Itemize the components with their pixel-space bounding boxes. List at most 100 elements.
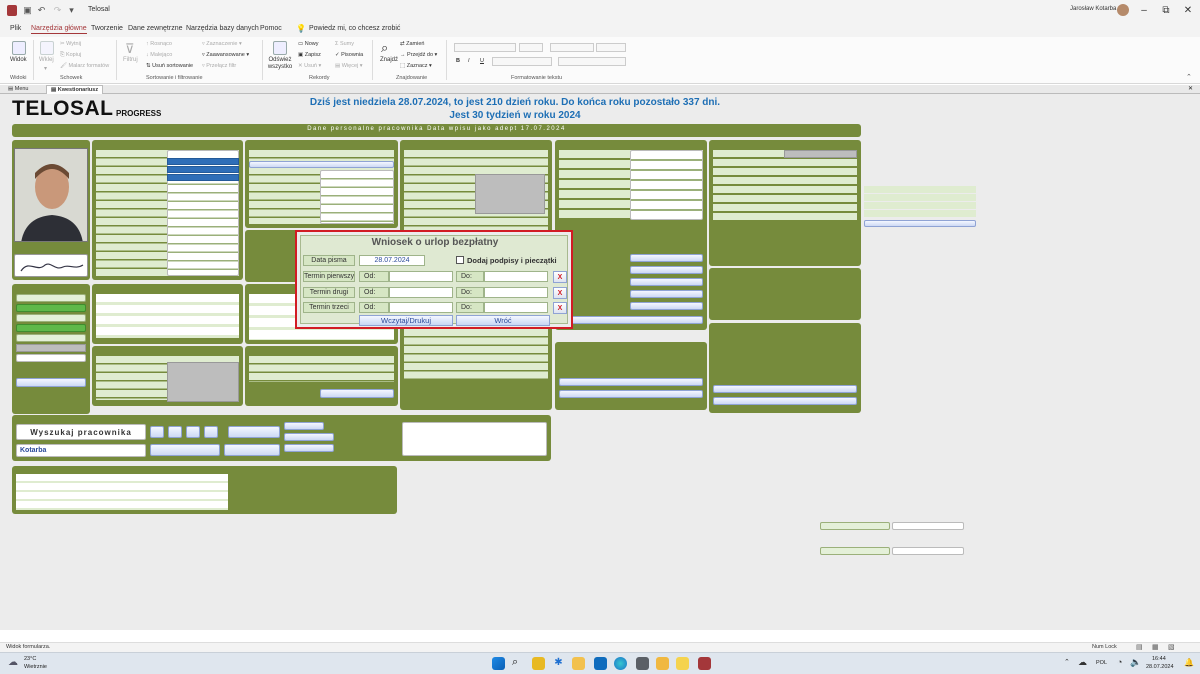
delete-record-button[interactable]: ✕ Usuń ▾ bbox=[298, 63, 321, 69]
view-button[interactable]: Widok bbox=[10, 57, 27, 63]
copy-button[interactable]: ⎘ Kopiuj bbox=[60, 52, 81, 59]
new-record-button[interactable]: ▭ Nowy bbox=[298, 41, 319, 47]
chevron-up-icon[interactable]: ⌃ bbox=[1064, 658, 1070, 666]
bold-button[interactable]: B bbox=[456, 58, 460, 64]
customize-toolbar-icon[interactable]: ▾ bbox=[66, 5, 77, 16]
tab-narzedzia-glowne[interactable]: Narzędzia główne bbox=[31, 25, 87, 34]
clock-time[interactable]: 16:44 bbox=[1152, 656, 1166, 662]
file-explorer-icon[interactable] bbox=[572, 657, 585, 670]
language-indicator[interactable]: POL bbox=[1096, 660, 1107, 666]
health-values[interactable] bbox=[475, 174, 545, 214]
folder-icon[interactable] bbox=[656, 657, 669, 670]
close-doc-icon[interactable]: ✕ bbox=[1188, 85, 1193, 92]
calculator-icon[interactable] bbox=[636, 657, 649, 670]
more-button[interactable]: ▤ Więcej ▾ bbox=[335, 63, 363, 69]
documents-button-6[interactable] bbox=[559, 316, 703, 324]
personal-selected-1[interactable] bbox=[167, 158, 239, 165]
search-option-3[interactable] bbox=[284, 422, 324, 430]
tab-tworzenie[interactable]: Tworzenie bbox=[91, 25, 123, 32]
indent-controls[interactable] bbox=[550, 43, 594, 52]
status-field-5[interactable] bbox=[16, 354, 86, 362]
documents-values[interactable] bbox=[630, 150, 703, 220]
notes-icon[interactable] bbox=[676, 657, 689, 670]
save-icon[interactable]: ▣ bbox=[22, 5, 33, 16]
access-taskbar-icon[interactable] bbox=[698, 657, 711, 670]
extra-field-2[interactable] bbox=[892, 547, 964, 555]
list-controls[interactable] bbox=[596, 43, 626, 52]
paste-icon[interactable] bbox=[40, 41, 54, 55]
status-green-2[interactable] bbox=[16, 324, 86, 332]
doc-tab-kwestionariusz[interactable]: ▤ Kwestionariusz bbox=[46, 85, 104, 94]
term-3-to-input[interactable] bbox=[484, 302, 548, 313]
nav-first-button[interactable] bbox=[150, 426, 164, 438]
status-button[interactable] bbox=[16, 378, 86, 387]
back-button[interactable]: Wróć bbox=[456, 315, 550, 326]
layout-view-icon[interactable]: ▦ bbox=[1152, 643, 1159, 651]
term-1-from-input[interactable] bbox=[389, 271, 453, 282]
new-employee-button[interactable] bbox=[228, 426, 280, 438]
outlook-icon[interactable] bbox=[594, 657, 607, 670]
select-button[interactable]: ⬚ Zaznacz ▾ bbox=[400, 63, 432, 69]
tab-narzedzia-bazy-danych[interactable]: Narzędzia bazy danych bbox=[186, 25, 259, 32]
paste-dropdown-icon[interactable]: ▾ bbox=[44, 65, 47, 72]
form-view-icon[interactable]: ▤ bbox=[1136, 643, 1143, 651]
paste-button[interactable]: Wklej bbox=[39, 57, 54, 63]
status-field-2[interactable] bbox=[16, 314, 86, 322]
search-icon[interactable]: ⌕ bbox=[512, 656, 518, 669]
minimize-button[interactable]: – bbox=[1133, 3, 1155, 19]
search-option-5[interactable] bbox=[284, 444, 334, 452]
widgets-icon[interactable] bbox=[532, 657, 545, 670]
employment-values[interactable] bbox=[320, 170, 394, 224]
tab-plik[interactable]: Plik bbox=[10, 25, 21, 32]
font-family-select[interactable] bbox=[454, 43, 516, 52]
extra-field-1[interactable] bbox=[892, 522, 964, 530]
clock-date[interactable]: 28.07.2024 bbox=[1146, 664, 1174, 670]
volume-icon[interactable]: 🔈 bbox=[1130, 657, 1141, 668]
sort-descending-button[interactable]: ↓ Malejąco bbox=[146, 52, 172, 58]
search-option-4[interactable] bbox=[284, 433, 334, 441]
user-name[interactable]: Jarosław Kotarba bbox=[1070, 6, 1116, 12]
format-painter-button[interactable]: 🖌 Malarz formatów bbox=[60, 63, 109, 69]
term-2-clear-button[interactable]: X bbox=[553, 287, 567, 299]
onedrive-icon[interactable]: ☁ bbox=[1078, 657, 1087, 668]
refresh-all-button[interactable]: Odśwież wszystko bbox=[266, 57, 294, 71]
filter-icon[interactable]: ⊽ bbox=[125, 41, 135, 57]
start-icon[interactable] bbox=[492, 657, 505, 670]
doc-tab-menu[interactable]: ▤ Menu bbox=[4, 85, 33, 94]
design-view-icon[interactable]: ▧ bbox=[1168, 643, 1175, 651]
documents-button-4[interactable] bbox=[630, 290, 703, 298]
search-employee-input[interactable]: Kotarba bbox=[16, 444, 146, 457]
totals-button[interactable]: Σ Sumy bbox=[335, 41, 354, 47]
remove-sort-button[interactable]: ⇅ Usuń sortowanie bbox=[146, 63, 193, 69]
leave-button-1[interactable] bbox=[559, 378, 703, 386]
collapse-ribbon-icon[interactable]: ⌃ bbox=[1186, 73, 1192, 81]
filter-options-box[interactable] bbox=[402, 422, 547, 456]
cut-button[interactable]: ✂ Wytnij bbox=[60, 41, 81, 47]
bank-values[interactable] bbox=[167, 362, 239, 402]
tab-dane-zewnetrzne[interactable]: Dane zewnętrzne bbox=[128, 25, 182, 32]
search-option-2[interactable] bbox=[224, 444, 280, 456]
status-field-1[interactable] bbox=[16, 294, 86, 302]
underline-button[interactable]: U bbox=[480, 58, 484, 64]
toggle-filter-button[interactable]: ▿ Przełącz filtr bbox=[202, 63, 236, 69]
notifications-icon[interactable]: 🔔 bbox=[1184, 658, 1194, 667]
avatar[interactable] bbox=[1117, 4, 1129, 16]
advanced-button[interactable]: ▿ Zaawansowane ▾ bbox=[202, 52, 249, 58]
bluetooth-icon[interactable]: ✱ bbox=[552, 657, 565, 670]
status-green-1[interactable] bbox=[16, 304, 86, 312]
view-icon[interactable] bbox=[12, 41, 26, 55]
find-icon[interactable]: ⌕ bbox=[381, 40, 388, 56]
documents-button-1[interactable] bbox=[630, 254, 703, 262]
search-employee-button[interactable]: Wyszukaj pracownika bbox=[16, 424, 146, 440]
redo-icon[interactable]: ↷ bbox=[52, 5, 63, 16]
extra-button[interactable] bbox=[864, 220, 976, 227]
status-field-4[interactable] bbox=[16, 344, 86, 352]
nav-next-button[interactable] bbox=[186, 426, 200, 438]
font-size-select[interactable] bbox=[519, 43, 543, 52]
sort-ascending-button[interactable]: ↑ Rosnąco bbox=[146, 41, 172, 47]
selection-button[interactable]: ▿ Zaznaczenie ▾ bbox=[202, 41, 242, 47]
alignment-controls[interactable] bbox=[558, 57, 626, 66]
wifi-icon[interactable]: ◔ bbox=[1117, 657, 1122, 667]
employment-button[interactable] bbox=[249, 161, 394, 168]
tell-me-search[interactable]: Powiedz mi, co chcesz zrobić bbox=[309, 25, 400, 32]
